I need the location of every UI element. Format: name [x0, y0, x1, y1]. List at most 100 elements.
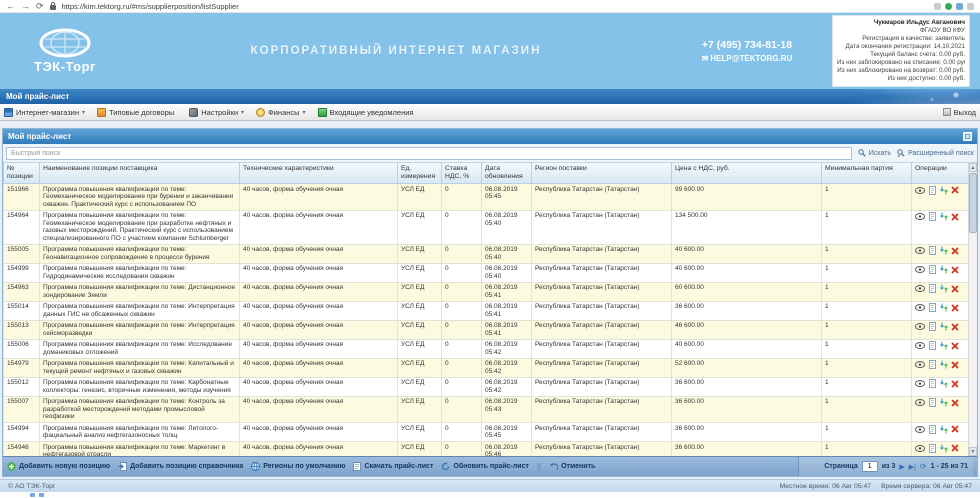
support-email[interactable]: ✉HELP@TEKTORG.RU — [672, 54, 822, 63]
table-row[interactable]: 154994 Программа повышения квалификации … — [4, 423, 970, 442]
copy-icon[interactable] — [929, 303, 936, 312]
page-input[interactable] — [862, 461, 878, 472]
pager-refresh-icon[interactable]: ⟳ — [920, 463, 927, 471]
view-icon[interactable] — [915, 213, 925, 220]
refresh-price-list-button[interactable]: Обновить прайс-лист — [441, 462, 529, 471]
search-button[interactable]: Искать — [858, 149, 891, 157]
table-row[interactable]: 155005 Программа повышения квалификации … — [4, 244, 970, 263]
col-min-batch[interactable]: Минимальная партия — [822, 163, 912, 184]
col-delivery-region[interactable]: Регион поставки — [532, 163, 672, 184]
stats-icon[interactable] — [940, 284, 948, 293]
stats-icon[interactable] — [940, 265, 948, 274]
search-input[interactable] — [6, 147, 852, 160]
view-icon[interactable] — [915, 380, 925, 387]
col-supplier-item-name[interactable]: Наименование позиции поставщика — [40, 163, 240, 184]
col-tech-specs[interactable]: Технические характеристики — [240, 163, 398, 184]
view-icon[interactable] — [915, 323, 925, 330]
view-icon[interactable] — [915, 399, 925, 406]
extension-icon[interactable] — [934, 3, 941, 10]
delete-icon[interactable] — [951, 380, 959, 388]
view-icon[interactable] — [915, 426, 925, 433]
add-new-position-button[interactable]: Добавить новую позицию — [7, 462, 110, 471]
logout-button[interactable]: Выход — [943, 108, 976, 117]
footer-icon-2[interactable] — [39, 493, 44, 497]
copy-icon[interactable] — [929, 186, 936, 195]
table-row[interactable]: 155007 Программа повышения квалификации … — [4, 396, 970, 423]
table-row[interactable]: 154979 Программа повышения квалификации … — [4, 358, 970, 377]
view-icon[interactable] — [915, 266, 925, 273]
logo[interactable]: ТЭК-Торг — [10, 28, 120, 74]
stats-icon[interactable] — [940, 425, 948, 434]
next-page-icon[interactable]: ▶ — [899, 463, 904, 471]
stats-icon[interactable] — [940, 341, 948, 350]
copy-icon[interactable] — [929, 341, 936, 350]
table-row[interactable]: 154964 Программа повышения квалификации … — [4, 210, 970, 244]
menu-standard-contracts[interactable]: Типовые договоры — [97, 108, 177, 117]
table-row[interactable]: 154999 Программа повышения квалификации … — [4, 263, 970, 282]
delete-icon[interactable] — [951, 266, 959, 274]
delete-icon[interactable] — [951, 323, 959, 331]
scrollbar-thumb[interactable] — [969, 173, 977, 233]
table-row[interactable]: 151966 Программа повышения квалификации … — [4, 184, 970, 211]
scroll-up-icon[interactable]: ▲ — [969, 163, 977, 172]
view-icon[interactable] — [915, 342, 925, 349]
copy-icon[interactable] — [929, 425, 936, 434]
add-reference-position-button[interactable]: Добавить позицию справочника — [118, 462, 243, 471]
browser-forward-icon[interactable]: → — [21, 2, 30, 11]
stats-icon[interactable] — [940, 322, 948, 331]
col-price-with-vat[interactable]: Цена с НДС, руб. — [672, 163, 822, 184]
stats-icon[interactable] — [940, 246, 948, 255]
copy-icon[interactable] — [929, 379, 936, 388]
copy-icon[interactable] — [929, 212, 936, 221]
table-row[interactable]: 155012 Программа повышения квалификации … — [4, 377, 970, 396]
panel-collapse-button[interactable]: ▢ — [963, 132, 972, 141]
table-row[interactable]: 155013 Программа повышения квалификации … — [4, 320, 970, 339]
col-vat-rate[interactable]: Ставка НДС, % — [442, 163, 482, 184]
stats-icon[interactable] — [940, 398, 948, 407]
view-icon[interactable] — [915, 247, 925, 254]
copy-icon[interactable] — [929, 246, 936, 255]
browser-menu-icon[interactable] — [967, 3, 974, 10]
address-bar[interactable]: https://kim.tektorg.ru/#ms/supplierposit… — [62, 2, 928, 11]
copy-icon[interactable] — [929, 284, 936, 293]
col-update-date[interactable]: Дата обновления — [482, 163, 532, 184]
menu-settings[interactable]: Настройки▾ — [189, 108, 244, 117]
last-page-icon[interactable]: ▶| — [909, 463, 916, 471]
view-icon[interactable] — [915, 187, 925, 194]
first-page-icon[interactable]: |◀ — [804, 463, 811, 471]
table-row[interactable]: 155006 Программа повышения квалификации … — [4, 339, 970, 358]
delete-icon[interactable] — [951, 361, 959, 369]
stats-icon[interactable] — [940, 360, 948, 369]
delete-icon[interactable] — [951, 285, 959, 293]
copy-icon[interactable] — [929, 322, 936, 331]
table-row[interactable]: 154946 Программа повышения квалификации … — [4, 442, 970, 457]
menu-internet-shop[interactable]: Интернет-магазин▾ — [4, 108, 85, 117]
stats-icon[interactable] — [940, 186, 948, 195]
profile-icon[interactable] — [956, 3, 963, 10]
view-icon[interactable] — [915, 445, 925, 452]
stats-icon[interactable] — [940, 212, 948, 221]
delete-icon[interactable] — [951, 304, 959, 312]
delete-icon[interactable] — [951, 213, 959, 221]
advanced-search-button[interactable]: Расширенный поиск — [897, 149, 974, 157]
delete-icon[interactable] — [951, 444, 959, 452]
browser-refresh-icon[interactable]: ⟳ — [36, 2, 44, 11]
col-unit[interactable]: Ед. измерения — [398, 163, 442, 184]
view-icon[interactable] — [915, 361, 925, 368]
view-icon[interactable] — [915, 285, 925, 292]
view-icon[interactable] — [915, 304, 925, 311]
delete-icon[interactable] — [951, 342, 959, 350]
download-price-list-button[interactable]: Скачать прайс-лист — [353, 462, 433, 471]
copy-icon[interactable] — [929, 444, 936, 453]
copy-icon[interactable] — [929, 360, 936, 369]
menu-incoming-notifications[interactable]: Входящие уведомления — [318, 108, 414, 117]
stats-icon[interactable] — [940, 379, 948, 388]
delete-icon[interactable] — [951, 399, 959, 407]
footer-icon-1[interactable] — [30, 493, 35, 497]
delete-icon[interactable] — [951, 425, 959, 433]
status-dot-icon[interactable] — [945, 3, 952, 10]
copy-icon[interactable] — [929, 265, 936, 274]
delete-icon[interactable] — [951, 186, 959, 194]
stats-icon[interactable] — [940, 444, 948, 453]
scroll-down-icon[interactable]: ▼ — [969, 447, 977, 456]
